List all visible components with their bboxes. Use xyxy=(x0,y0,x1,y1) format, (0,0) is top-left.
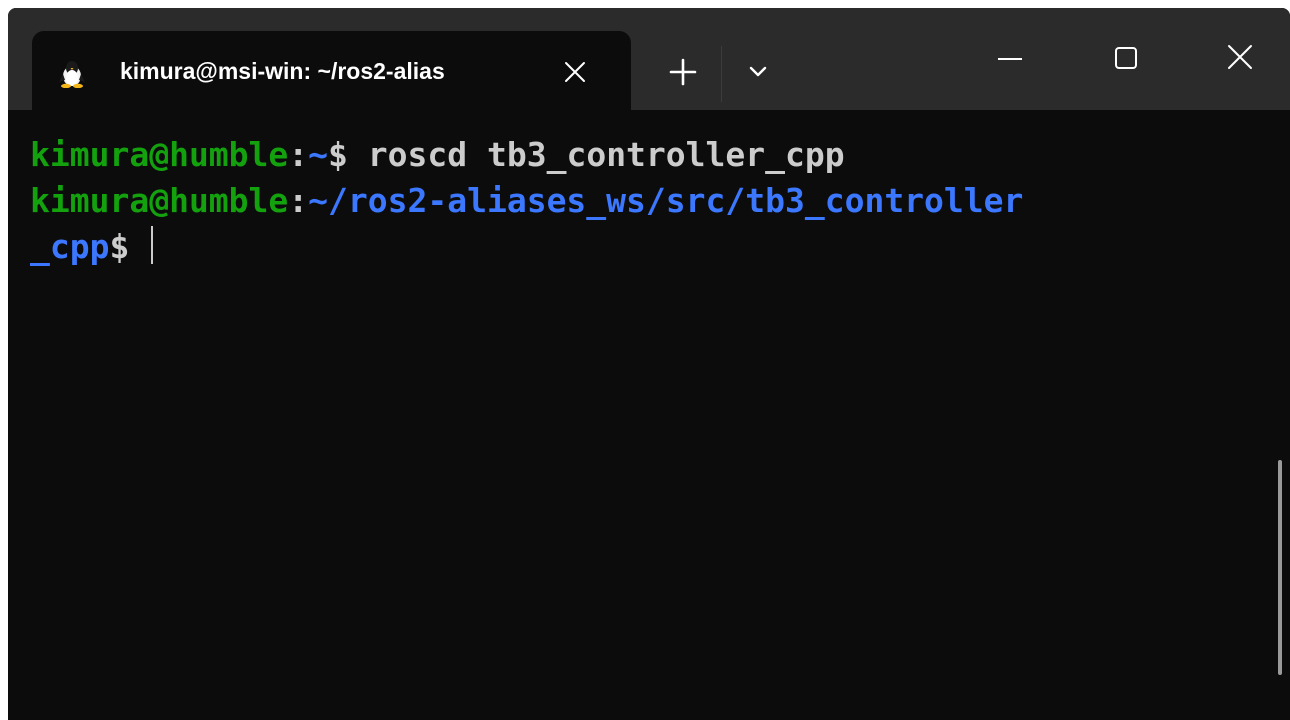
path-separator: : xyxy=(288,181,309,220)
linux-penguin-icon xyxy=(59,61,85,88)
close-icon xyxy=(1228,45,1252,69)
plus-icon[interactable] xyxy=(663,52,703,92)
minimize-button[interactable] xyxy=(980,32,1040,86)
prompt-symbol: $ xyxy=(328,135,368,174)
terminal-line: kimura@humble:~/ros2-aliases_ws/src/tb3_… xyxy=(30,178,1290,224)
prompt-symbol: $ xyxy=(109,227,150,266)
path-separator: : xyxy=(288,135,309,174)
terminal-line: kimura@humble:~$ roscd tb3_controller_cp… xyxy=(30,132,1290,178)
current-path: ~/ros2-aliases_ws/src/tb3_controller xyxy=(308,181,1024,220)
maximize-button[interactable] xyxy=(1096,32,1156,86)
current-path: ~ xyxy=(308,135,329,174)
chevron-down-icon[interactable] xyxy=(743,56,773,86)
minimize-icon xyxy=(998,58,1022,60)
user-host: kimura@humble xyxy=(30,135,289,174)
current-path-continued: _cpp xyxy=(30,227,110,266)
text-cursor xyxy=(151,226,154,264)
maximize-icon xyxy=(1115,47,1137,69)
title-bar: kimura@msi-win: ~/ros2-alias xyxy=(8,8,1290,111)
tab-close-icon[interactable] xyxy=(560,57,590,87)
command-text: roscd tb3_controller_cpp xyxy=(367,135,845,174)
close-button[interactable] xyxy=(1210,32,1270,86)
scrollbar-thumb[interactable] xyxy=(1278,460,1282,675)
tab-title: kimura@msi-win: ~/ros2-alias xyxy=(120,58,445,84)
terminal-output[interactable]: kimura@humble:~$ roscd tb3_controller_cp… xyxy=(8,110,1290,720)
terminal-line: _cpp$ xyxy=(30,224,1290,270)
tab-active[interactable]: kimura@msi-win: ~/ros2-alias xyxy=(32,31,631,111)
terminal-window: kimura@msi-win: ~/ros2-alias kimura@humb… xyxy=(8,8,1290,720)
titlebar-divider xyxy=(721,46,722,102)
user-host: kimura@humble xyxy=(30,181,289,220)
